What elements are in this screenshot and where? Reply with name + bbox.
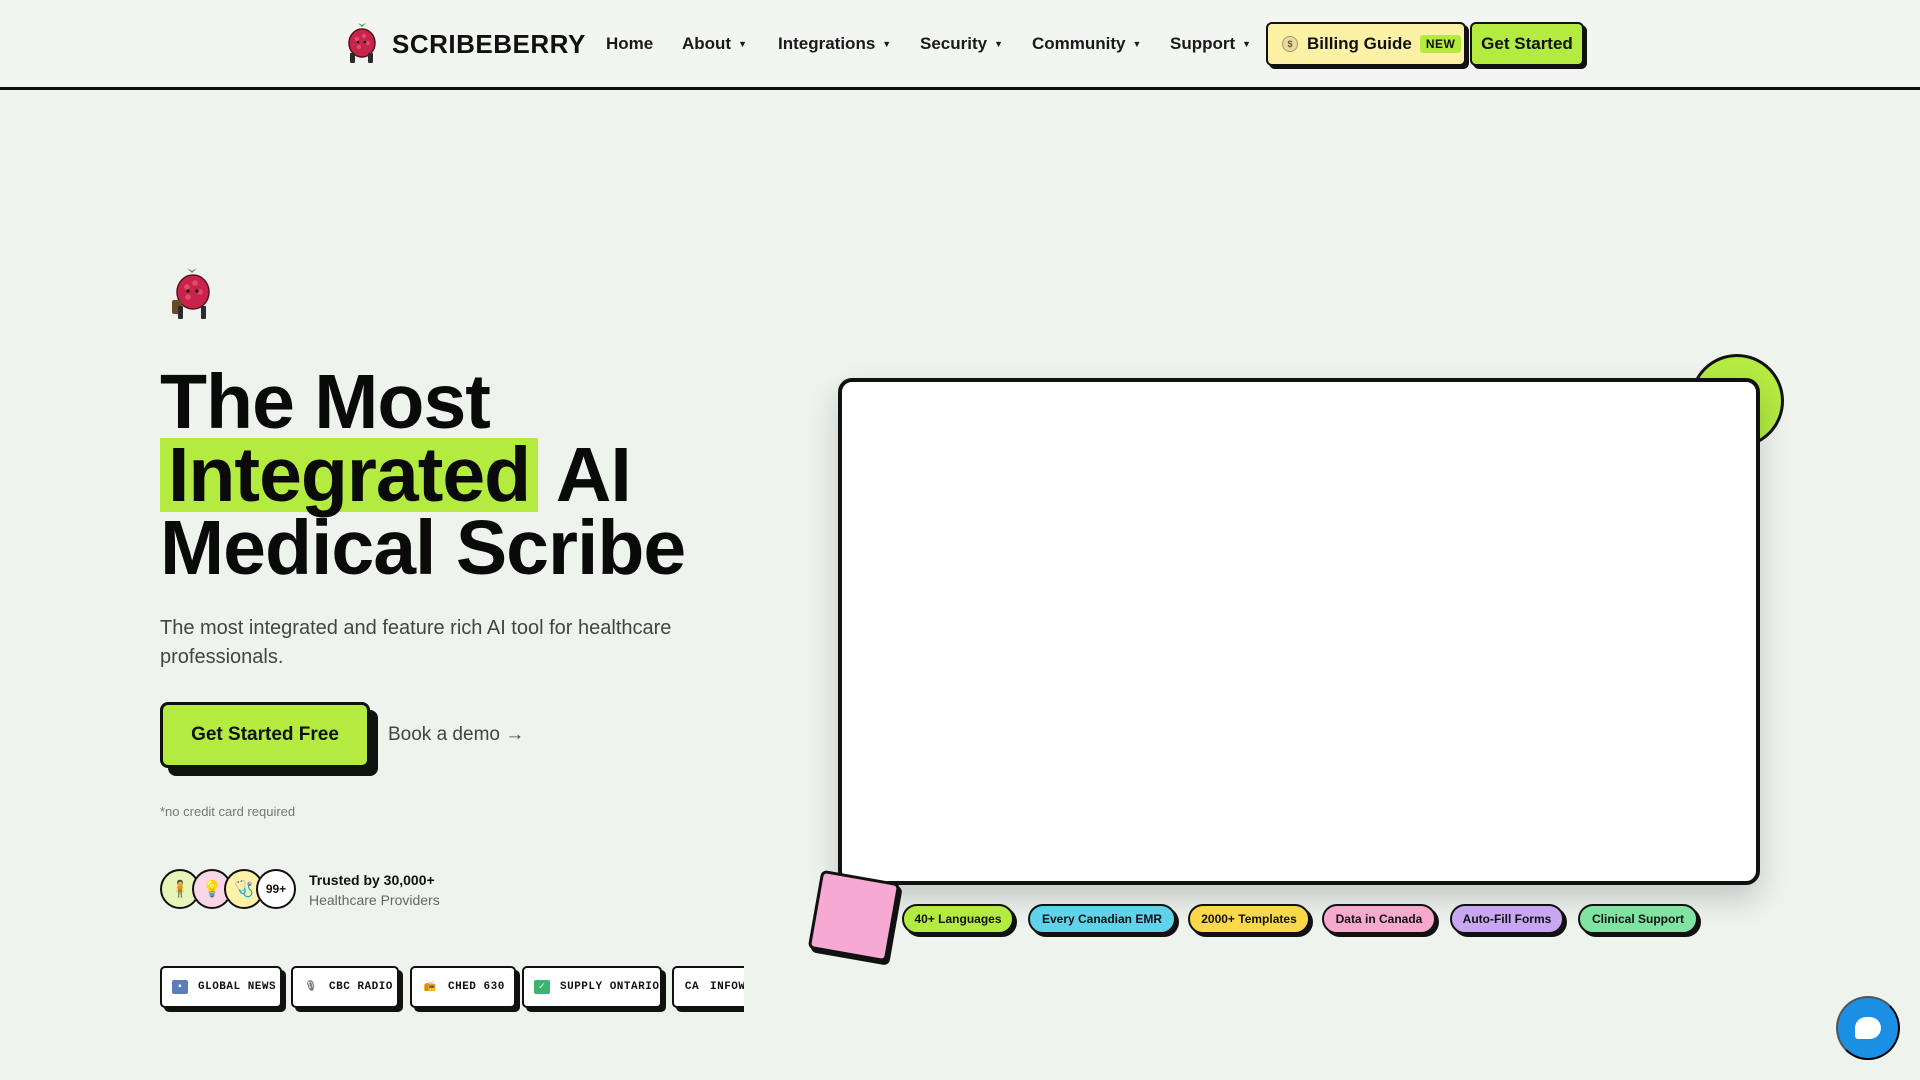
tag-auto-fill: Auto-Fill Forms [1450,904,1564,934]
tag-languages: 40+ Languages [902,904,1014,934]
billing-guide-button[interactable]: $ Billing Guide NEW [1266,22,1466,66]
nav-home-label: Home [606,34,654,53]
chat-bubble-icon [1855,1017,1881,1039]
nav-home[interactable]: Home [606,34,653,54]
hero-headline: The Most Integrated AI Medical Scribe [160,364,800,587]
press-item-ched-630: 📻 CHED 630 [410,966,516,1008]
raspberry-mascot-icon [348,23,376,63]
nav-community-label: Community [1032,34,1126,53]
trusted-title: Trusted by 30,000+ [309,872,435,888]
caret-down-icon: ▼ [1242,39,1252,49]
caret-down-icon: ▼ [738,39,748,49]
nav-integrations-label: Integrations [778,34,876,53]
microphone-icon: 🎙 [304,982,318,993]
tag-templates: 2000+ Templates [1188,904,1310,934]
product-video-frame[interactable] [838,378,1760,885]
nav-community[interactable]: Community ▼ [1032,34,1141,54]
nav-about[interactable]: About ▼ [682,34,747,54]
coin-icon: $ [1282,36,1298,52]
no-credit-card-note: *no credit card required [160,804,296,819]
caret-down-icon: ▼ [882,39,892,49]
press-label: GLOBAL NEWS [198,981,277,993]
press-logos: ▪ GLOBAL NEWS 🎙 CBC RADIO 📻 CHED 630 ✓ S… [160,966,744,1012]
radio-icon: 📻 [423,982,437,993]
press-item-global-news: ▪ GLOBAL NEWS [160,966,282,1008]
tag-data-canada: Data in Canada [1322,904,1436,934]
headline-line-3: Medical Scribe [160,505,686,591]
nav-support[interactable]: Support ▼ [1170,34,1251,54]
book-demo-link[interactable]: Book a demo → [388,724,524,746]
nav-about-label: About [682,34,732,53]
new-badge: NEW [1419,35,1462,53]
tv-icon: ▪ [172,980,188,994]
nav-integrations[interactable]: Integrations ▼ [778,34,891,54]
headline-highlight: Integrated [160,437,539,514]
ca-flag-icon: CA [684,981,700,993]
get-started-nav-button[interactable]: Get Started [1470,22,1584,66]
chat-launcher-button[interactable] [1836,996,1900,1060]
decorative-square [807,869,901,963]
raspberry-mascot-icon [172,268,210,319]
tag-emr: Every Canadian EMR [1028,904,1176,934]
billing-guide-label: Billing Guide [1307,34,1412,53]
nav-support-label: Support [1170,34,1236,53]
press-item-supply-ontario: ✓ SUPPLY ONTARIO [522,966,662,1008]
nav-security-label: Security [920,34,988,53]
trusted-subtitle: Healthcare Providers [309,892,440,908]
press-item-infowa: CA INFOWA [672,966,744,1008]
caret-down-icon: ▼ [1132,39,1142,49]
check-icon: ✓ [534,980,550,994]
brand-logo-link[interactable]: SCRIBEBERRY [344,20,586,68]
top-nav: SCRIBEBERRY Home About ▼ Integrations ▼ Se… [0,0,1920,90]
press-label: CHED 630 [448,981,505,993]
nav-security[interactable]: Security ▼ [920,34,1003,54]
press-label: CBC RADIO [329,981,393,993]
tag-clinical-support: Clinical Support [1578,904,1698,934]
press-label: SUPPLY ONTARIO [560,981,660,993]
get-started-free-button[interactable]: Get Started Free [160,702,370,768]
avatar-count: 99+ [256,869,296,909]
press-label: INFOWA [710,981,744,993]
hero-subtitle: The most integrated and feature rich AI … [160,617,672,668]
trusted-text: Trusted by 30,000+ Healthcare Providers [309,872,440,908]
caret-down-icon: ▼ [994,39,1004,49]
brand-name: SCRIBEBERRY [392,28,586,59]
press-item-cbc-radio: 🎙 CBC RADIO [291,966,399,1008]
